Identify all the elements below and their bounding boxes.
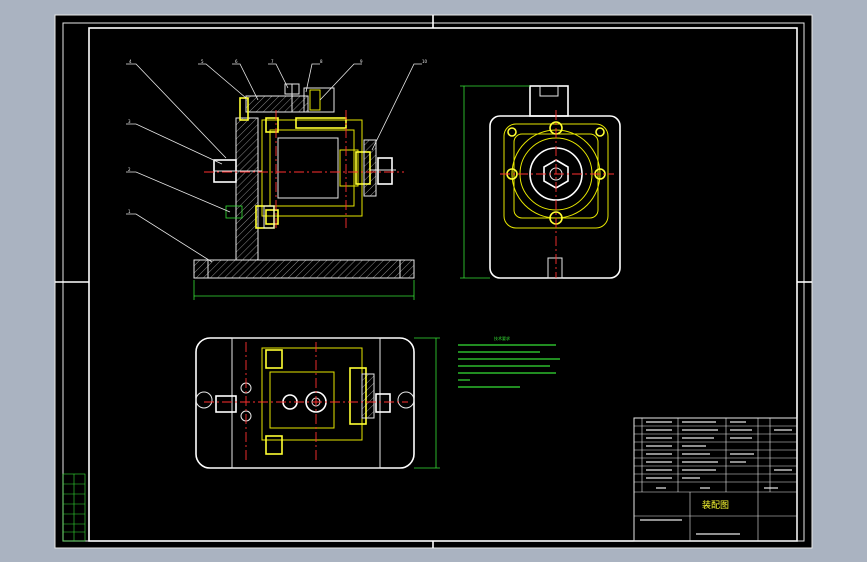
title-block-name: 装配图	[702, 499, 729, 511]
notes-heading: 技术要求	[494, 335, 510, 341]
assembly-drawing: 4 5 6 7 8 9 3 2 1 10 技术要求 装配图	[54, 14, 813, 549]
balloon-10: 10	[422, 59, 428, 64]
cad-viewport[interactable]: 4 5 6 7 8 9 3 2 1 10 技术要求 装配图	[0, 0, 867, 562]
